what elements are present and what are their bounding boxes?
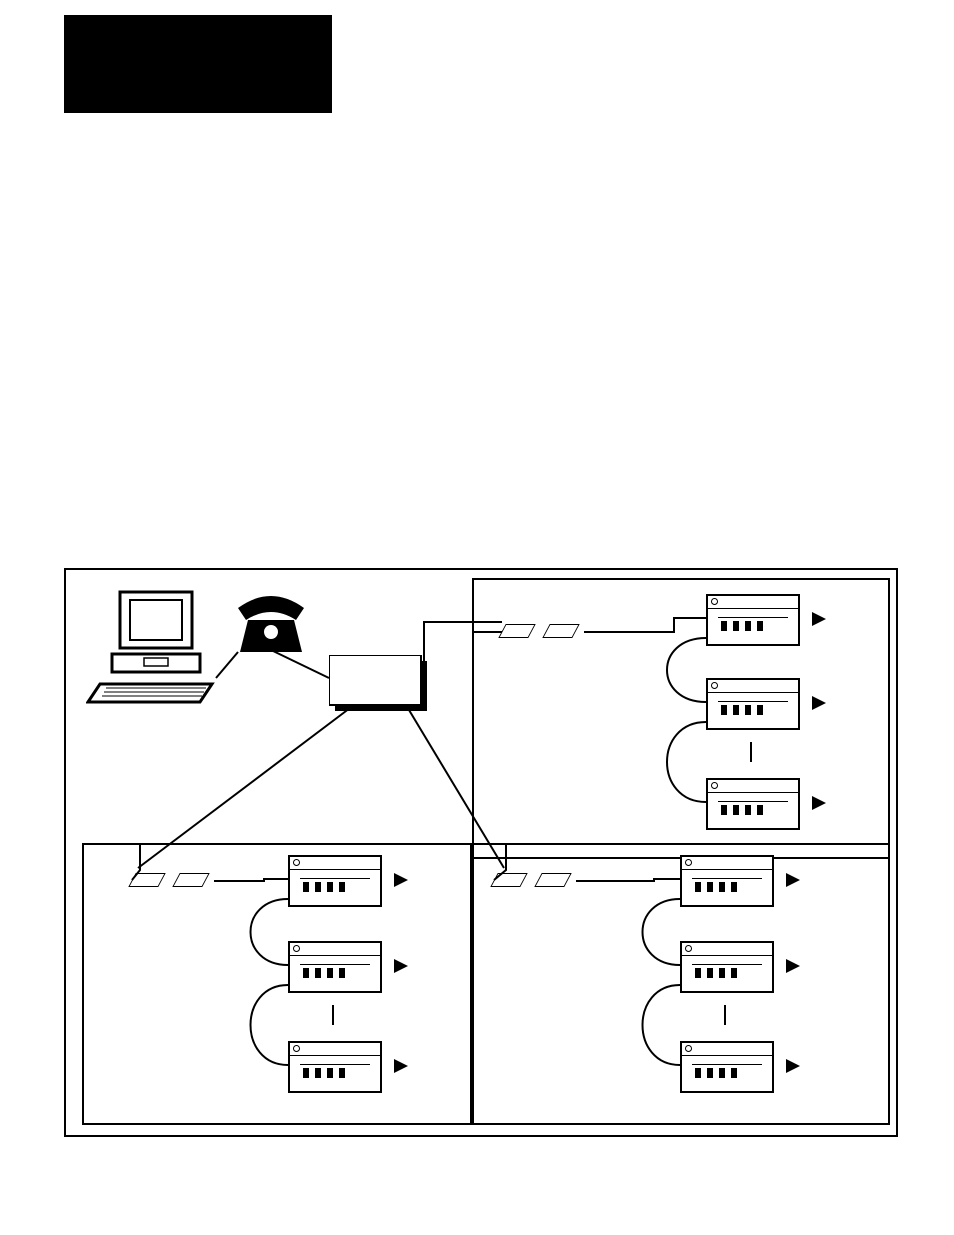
arrow-right-icon [812, 696, 826, 710]
modem-icon [490, 873, 527, 887]
modem-icon [128, 873, 165, 887]
device-icon [706, 778, 800, 830]
device-title [708, 780, 798, 793]
device-title [682, 1043, 772, 1056]
modem-pair [502, 624, 586, 643]
computer-icon [86, 588, 216, 708]
diagram-outer-frame [64, 568, 898, 1137]
sub-frame-left [82, 843, 472, 1125]
device-icon [288, 855, 382, 907]
modem-pair [494, 873, 578, 892]
sub-frame-right [472, 843, 890, 1125]
device-icon [288, 941, 382, 993]
telephone-icon [234, 590, 308, 664]
ellipsis-bar [750, 742, 752, 762]
device-title [682, 857, 772, 870]
arrow-right-icon [786, 1059, 800, 1073]
header-black-box [64, 15, 332, 113]
arrow-right-icon [812, 612, 826, 626]
modem-icon [535, 873, 572, 887]
device-title [290, 1043, 380, 1056]
modem-icon [173, 873, 210, 887]
hub-icon [329, 655, 433, 717]
arrow-right-icon [394, 873, 408, 887]
device-icon [706, 594, 800, 646]
device-icon [680, 855, 774, 907]
device-title [708, 680, 798, 693]
device-icon [288, 1041, 382, 1093]
arrow-right-icon [786, 959, 800, 973]
arrow-right-icon [394, 959, 408, 973]
arrow-right-icon [812, 796, 826, 810]
device-title [290, 943, 380, 956]
device-title [708, 596, 798, 609]
device-icon [680, 941, 774, 993]
modem-icon [498, 624, 535, 638]
modem-icon [543, 624, 580, 638]
sub-frame-top [472, 578, 890, 859]
device-icon [680, 1041, 774, 1093]
ellipsis-bar [332, 1005, 334, 1025]
device-icon [706, 678, 800, 730]
arrow-right-icon [786, 873, 800, 887]
ellipsis-bar [724, 1005, 726, 1025]
modem-pair [132, 873, 216, 892]
device-title [682, 943, 772, 956]
page [0, 0, 954, 1235]
device-title [290, 857, 380, 870]
arrow-right-icon [394, 1059, 408, 1073]
